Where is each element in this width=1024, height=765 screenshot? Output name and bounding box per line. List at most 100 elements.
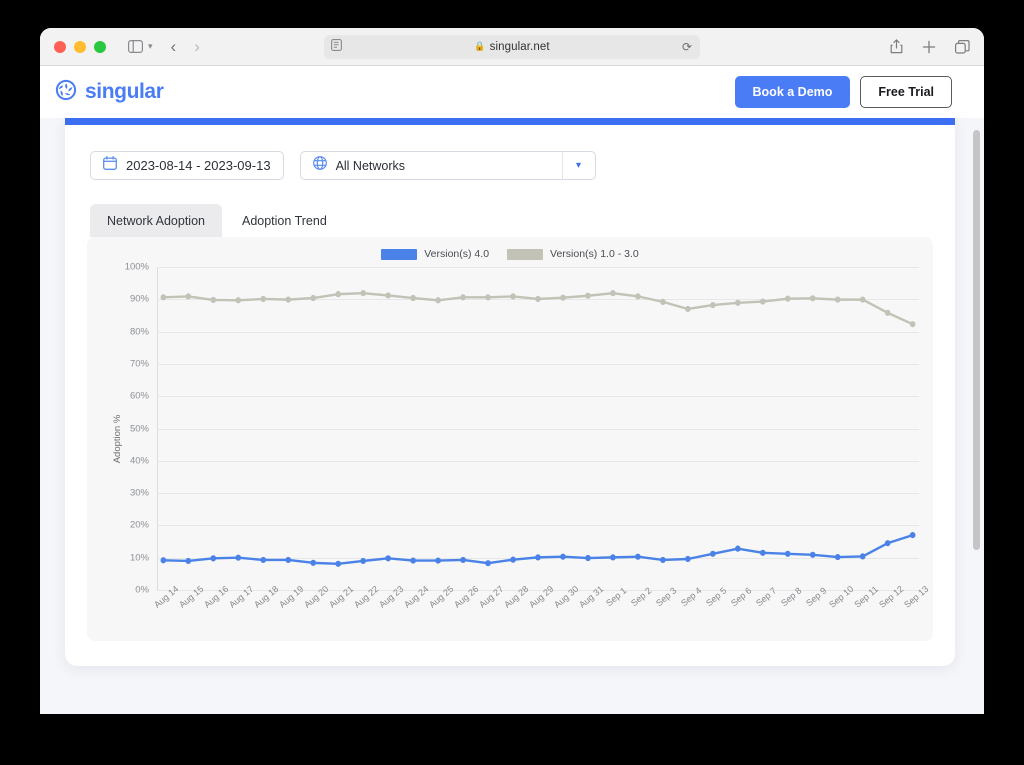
y-tick-label: 80%	[129, 326, 149, 338]
series-data-point[interactable]	[735, 299, 741, 306]
series-data-point[interactable]	[809, 551, 816, 558]
toolbar-right-actions	[890, 39, 970, 54]
series-data-point[interactable]	[260, 556, 267, 564]
series-data-point[interactable]	[585, 292, 591, 299]
series-data-point[interactable]	[884, 540, 891, 547]
maximize-window-button[interactable]	[94, 40, 106, 53]
network-filter[interactable]: All Networks ▾	[299, 151, 596, 180]
series-data-point[interactable]	[710, 302, 716, 309]
date-range-filter[interactable]: 2023-08-14 - 2023-09-13	[90, 151, 284, 180]
series-data-point[interactable]	[834, 553, 841, 561]
series-data-point[interactable]	[385, 292, 391, 299]
series-data-point[interactable]	[210, 555, 217, 562]
close-window-button[interactable]	[54, 40, 66, 53]
minimize-window-button[interactable]	[74, 40, 86, 53]
page-scrollbar[interactable]	[973, 130, 980, 550]
sidebar-toggle-icon[interactable]	[128, 40, 143, 53]
series-data-point[interactable]	[310, 294, 317, 302]
series-data-point[interactable]	[285, 296, 292, 303]
y-tick-label: 50%	[129, 423, 149, 434]
series-data-point[interactable]	[510, 556, 516, 563]
series-data-point[interactable]	[410, 294, 416, 302]
free-trial-button[interactable]: Free Trial	[860, 76, 952, 108]
series-data-point[interactable]	[710, 550, 716, 557]
series-data-point[interactable]	[560, 553, 566, 560]
chevron-down-icon[interactable]: ▾	[148, 41, 153, 52]
reload-icon[interactable]: ⟳	[682, 40, 692, 54]
tab-overview-icon[interactable]	[955, 39, 970, 54]
series-data-point[interactable]	[385, 555, 391, 562]
browser-toolbar: ▾ ‹ › 🔒 singular.net ⟳	[40, 28, 984, 66]
plus-icon[interactable]	[922, 40, 936, 54]
tab-adoption-trend[interactable]: Adoption Trend	[224, 204, 344, 237]
series-data-point[interactable]	[759, 549, 766, 556]
series-data-point[interactable]	[909, 531, 916, 539]
site-header: singular Book a Demo Free Trial	[40, 66, 984, 118]
series-data-point[interactable]	[435, 557, 441, 564]
series-data-point[interactable]	[260, 295, 267, 303]
brand-name: singular	[85, 80, 164, 103]
singular-aperture-logo-icon	[54, 78, 78, 107]
series-data-point[interactable]	[560, 294, 566, 301]
series-data-point[interactable]	[610, 554, 616, 561]
series-data-point[interactable]	[610, 290, 616, 297]
series-data-point[interactable]	[285, 556, 292, 564]
series-data-point[interactable]	[460, 294, 466, 301]
series-data-point[interactable]	[410, 557, 416, 564]
tab-network-adoption[interactable]: Network Adoption	[90, 204, 222, 237]
series-data-point[interactable]	[510, 293, 516, 300]
series-data-point[interactable]	[485, 294, 491, 301]
series-data-point[interactable]	[635, 293, 641, 300]
share-icon[interactable]	[890, 39, 903, 54]
address-bar[interactable]: 🔒 singular.net ⟳	[324, 34, 700, 59]
series-data-point[interactable]	[884, 309, 891, 316]
series-data-point[interactable]	[585, 554, 591, 562]
reader-view-icon[interactable]	[331, 38, 342, 56]
series-data-point[interactable]	[160, 557, 167, 564]
series-data-point[interactable]	[809, 295, 816, 302]
series-data-point[interactable]	[859, 296, 866, 303]
series-data-point[interactable]	[160, 294, 167, 301]
chevron-down-icon[interactable]: ▾	[561, 152, 595, 179]
y-tick-label: 60%	[129, 390, 149, 402]
nav-back-icon[interactable]: ‹	[171, 37, 177, 57]
series-data-point[interactable]	[660, 556, 666, 564]
series-data-point[interactable]	[784, 295, 791, 302]
page-scroll-body: 2023-08-14 - 2023-09-13 All Networks ▾ N…	[40, 118, 984, 714]
series-data-point[interactable]	[185, 557, 192, 565]
series-data-point[interactable]	[685, 305, 691, 313]
brand-logo[interactable]: singular	[54, 78, 164, 107]
series-data-point[interactable]	[460, 556, 466, 564]
series-data-point[interactable]	[685, 555, 691, 563]
book-a-demo-button[interactable]: Book a Demo	[734, 76, 851, 108]
series-data-point[interactable]	[360, 557, 366, 565]
date-range-text: 2023-08-14 - 2023-09-13	[126, 158, 271, 173]
series-data-point[interactable]	[735, 545, 741, 552]
dashboard-card: 2023-08-14 - 2023-09-13 All Networks ▾ N…	[65, 118, 955, 666]
y-tick-label: 40%	[129, 455, 149, 467]
series-data-point[interactable]	[310, 559, 317, 566]
series-data-point[interactable]	[909, 321, 916, 328]
series-data-point[interactable]	[859, 553, 866, 560]
series-data-point[interactable]	[185, 293, 192, 300]
series-data-point[interactable]	[335, 291, 341, 298]
series-data-point[interactable]	[635, 553, 641, 560]
series-data-point[interactable]	[210, 296, 217, 304]
series-data-point[interactable]	[235, 554, 242, 561]
series-data-point[interactable]	[235, 297, 242, 304]
series-data-point[interactable]	[759, 298, 766, 305]
y-tick-label: 0%	[135, 584, 149, 596]
series-data-point[interactable]	[335, 560, 341, 567]
series-data-point[interactable]	[834, 296, 841, 303]
series-data-point[interactable]	[485, 560, 491, 567]
series-data-point[interactable]	[360, 290, 366, 297]
series-data-point[interactable]	[660, 298, 666, 305]
series-data-point[interactable]	[535, 295, 541, 303]
series-data-point[interactable]	[435, 297, 441, 304]
series-data-point[interactable]	[535, 554, 541, 561]
series-data-point[interactable]	[784, 550, 791, 557]
lock-icon: 🔒	[474, 41, 486, 51]
y-tick-label: 20%	[129, 519, 149, 531]
y-tick-label: 90%	[129, 293, 149, 305]
nav-forward-icon[interactable]: ›	[194, 37, 200, 57]
